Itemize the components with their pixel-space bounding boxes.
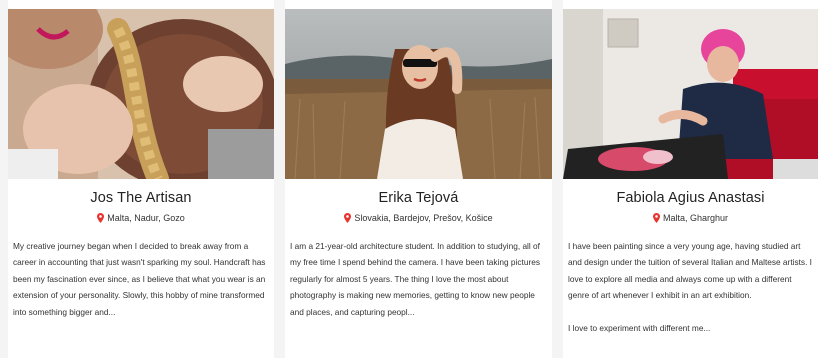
artist-bio-paragraph: I have been painting since a very young … [568, 241, 812, 301]
artist-bio-paragraph: I love to experiment with different me..… [568, 322, 711, 333]
map-pin-icon [97, 213, 105, 223]
artist-card-jos[interactable]: Jos The Artisan Malta, Nadur, Gozo My cr… [8, 0, 274, 358]
artist-photo[interactable] [285, 9, 552, 179]
artist-location: Malta, Gharghur [563, 213, 818, 223]
artist-grid: Jos The Artisan Malta, Nadur, Gozo My cr… [0, 0, 818, 358]
artist-name[interactable]: Fabiola Agius Anastasi [563, 190, 818, 206]
artist-location: Malta, Nadur, Gozo [8, 213, 274, 223]
artist-bio-paragraph: My creative journey began when I decided… [13, 241, 266, 317]
artist-location: Slovakia, Bardejov, Prešov, Košice [285, 213, 552, 223]
artist-bio: I am a 21-year-old architecture student.… [290, 238, 547, 320]
artist-location-text: Malta, Nadur, Gozo [107, 213, 185, 223]
map-pin-icon [652, 213, 660, 223]
artist-card-fabiola[interactable]: Fabiola Agius Anastasi Malta, Gharghur I… [563, 0, 818, 358]
artist-bio: My creative journey began when I decided… [13, 238, 269, 320]
artist-location-text: Slovakia, Bardejov, Prešov, Košice [354, 213, 493, 223]
artist-name[interactable]: Erika Tejová [285, 190, 552, 206]
artist-location-text: Malta, Gharghur [662, 213, 729, 223]
artist-name[interactable]: Jos The Artisan [8, 190, 274, 206]
artist-card-erika[interactable]: Erika Tejová Slovakia, Bardejov, Prešov,… [285, 0, 552, 358]
artist-photo[interactable] [563, 9, 818, 179]
artist-bio-paragraph: I am a 21-year-old architecture student.… [290, 241, 540, 317]
map-pin-icon [344, 213, 352, 223]
artist-photo[interactable] [8, 9, 274, 179]
artist-bio: I have been painting since a very young … [568, 238, 813, 336]
